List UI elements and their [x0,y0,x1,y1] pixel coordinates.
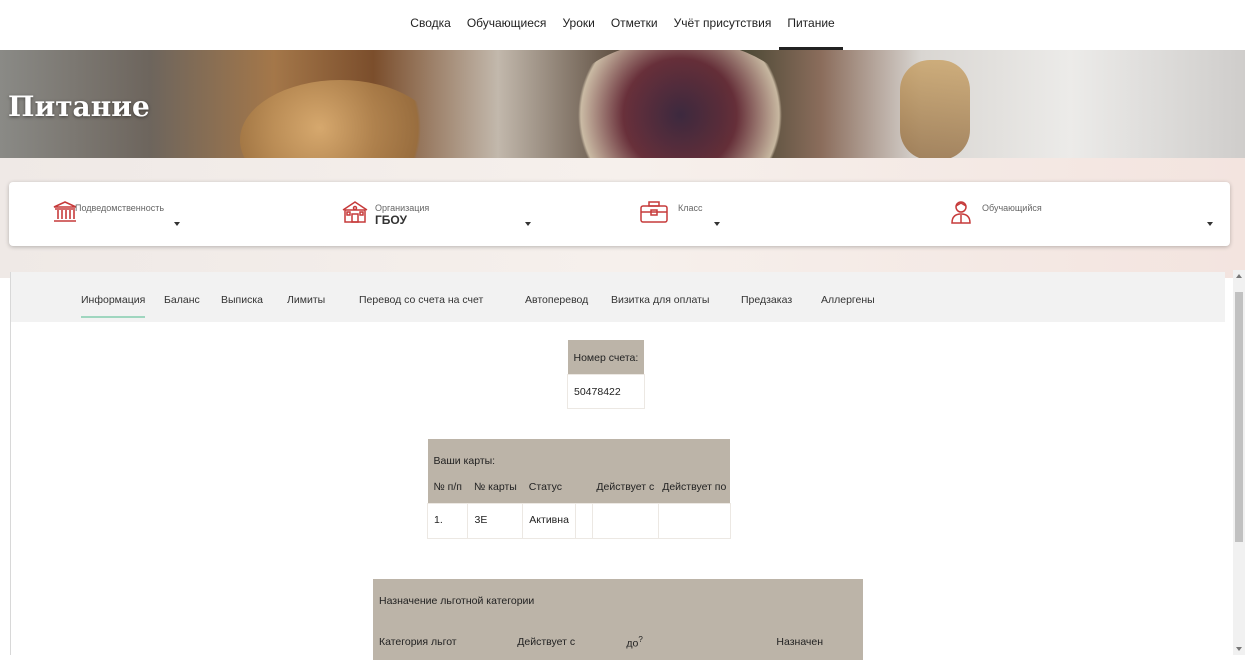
nav-item-grades[interactable]: Отметки [603,0,666,50]
table-row: 1. 3E Активна [426,503,731,539]
cards-col-blank [575,473,593,504]
tab-balance[interactable]: Баланс [164,294,200,306]
tab-bar: Информация Баланс Выписка Лимиты Перевод… [11,272,1225,322]
benefit-col-until: до? [622,619,773,660]
hero-banner: Питание [0,50,1245,158]
tab-information[interactable]: Информация [81,294,146,318]
cards-col-valid-from: Действует с [592,473,659,504]
tab-auto-transfer[interactable]: Автоперевод [525,294,588,306]
filter-student[interactable]: Обучающийся [939,182,1230,246]
briefcase-icon [639,198,668,226]
scrollbar-thumb[interactable] [1235,292,1243,542]
filter-student-label: Обучающийся [982,203,1042,213]
scroll-down-icon[interactable] [1236,647,1242,651]
vertical-scrollbar[interactable] [1233,270,1245,655]
tab-allergens[interactable]: Аллергены [821,294,875,306]
chevron-down-icon[interactable] [525,222,531,226]
tab-payment-card[interactable]: Визитка для оплаты [611,294,709,306]
benefit-col-until-label: до [626,637,639,650]
account-number: 50478422 [567,374,645,409]
benefit-col-category: Категория льгот [373,619,514,660]
nav-item-summary[interactable]: Сводка [402,0,459,50]
benefit-col-assigned: Назначен [772,619,863,660]
benefit-col-valid-from: Действует с [513,619,623,660]
tab-limits[interactable]: Лимиты [287,294,325,306]
cards-col-index: № п/п [427,473,468,504]
content-panel: Информация Баланс Выписка Лимиты Перевод… [10,272,1225,660]
food-image-honey-dipper [900,60,970,158]
top-navigation: Сводка Обучающиеся Уроки Отметки Учёт пр… [0,0,1245,50]
benefit-table: Назначение льготной категории Категория … [373,579,863,660]
card-status: Активна [522,503,576,539]
scroll-up-icon[interactable] [1236,274,1242,278]
card-index: 1. [426,503,469,539]
nav-item-nutrition[interactable]: Питание [779,0,844,50]
card-valid-from [591,503,659,539]
help-icon[interactable]: ? [638,635,642,644]
food-image-waffles [240,80,440,158]
filter-bar: Подведомственность Организация ГБОУ Клас… [9,182,1230,246]
cards-table: Ваши карты: № п/п № карты Статус Действу… [426,439,731,539]
account-table: Номер счета: 50478422 [567,340,645,409]
cards-col-valid-to: Действует по [658,473,731,504]
chevron-down-icon[interactable] [174,222,180,226]
school-building-icon [341,198,369,226]
tab-account-transfer[interactable]: Перевод со счета на счет [359,294,483,306]
nav-item-attendance[interactable]: Учёт присутствия [666,0,780,50]
filter-subordination-label: Подведомственность [75,203,165,213]
filter-organization-value: ГБОУ [375,213,407,227]
cards-col-number: № карты [467,473,523,504]
food-image-berries [560,50,800,158]
cards-col-status: Статус [522,473,576,504]
page-title: Питание [8,90,150,123]
card-blank [574,503,593,539]
benefit-title: Назначение льготной категории [373,579,863,619]
tab-preorder[interactable]: Предзаказ [741,294,792,306]
filter-class-label: Класс [678,203,703,213]
student-icon [947,198,975,226]
chevron-down-icon[interactable] [1207,222,1213,226]
nav-item-lessons[interactable]: Уроки [554,0,602,50]
filter-class[interactable]: Класс [637,182,837,246]
filter-organization[interactable]: Организация ГБОУ [334,182,534,246]
tab-statement[interactable]: Выписка [221,294,263,306]
nav-item-students[interactable]: Обучающиеся [459,0,555,50]
cards-title: Ваши карты: [427,439,731,473]
card-number: 3E [467,503,524,539]
chevron-down-icon[interactable] [714,222,720,226]
filter-subordination[interactable]: Подведомственность [9,182,309,246]
card-valid-to [657,503,731,539]
account-header: Номер счета: [567,340,645,375]
filter-organization-label: Организация [375,203,430,213]
